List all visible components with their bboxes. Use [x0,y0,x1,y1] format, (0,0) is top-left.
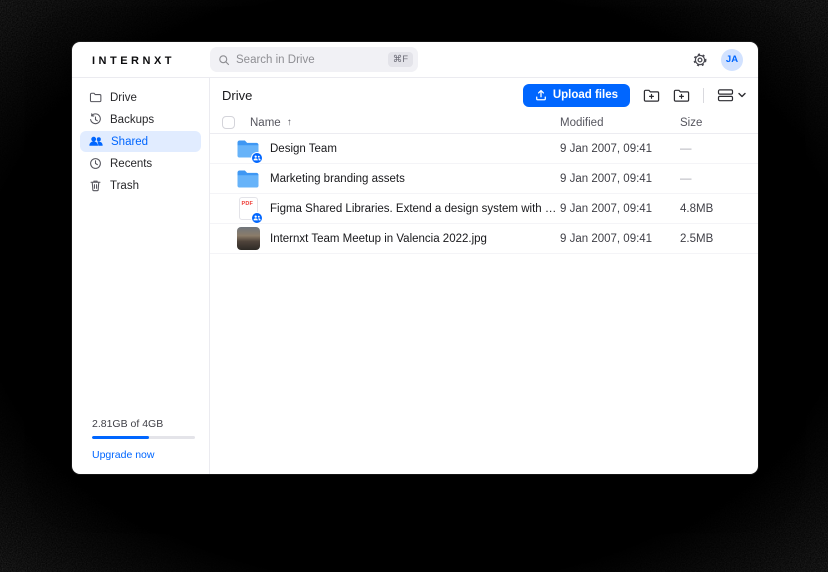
table-row[interactable]: Design Team 9 Jan 2007, 09:41 — [210,134,758,164]
search-icon [218,54,230,66]
create-folder-button[interactable] [673,88,690,103]
folder-blue-icon [236,169,260,189]
sidebar-item-drive[interactable]: Drive [80,87,201,108]
storage-usage-label: 2.81GB of 4GB [92,418,195,430]
sidebar-item-label: Backups [110,114,154,126]
file-modified: 9 Jan 2007, 09:41 [560,233,680,245]
image-thumbnail [237,227,260,250]
sidebar-item-label: Trash [110,180,139,192]
file-modified: 9 Jan 2007, 09:41 [560,203,680,215]
folder-icon [89,91,102,104]
search-shortcut-badge: ⌘F [388,52,413,67]
search-input[interactable]: Search in Drive ⌘F [210,47,418,72]
gear-icon [692,52,708,68]
table-row[interactable]: Internxt Team Meetup in Valencia 2022.jp… [210,224,758,254]
storage-widget: 2.81GB of 4GB Upgrade now [92,418,195,461]
sidebar-item-backups[interactable]: Backups [80,109,201,130]
shared-badge-icon [251,152,263,164]
settings-button[interactable] [692,52,708,68]
sidebar-item-shared[interactable]: Shared [80,131,201,152]
upload-icon [535,89,547,101]
column-header-name[interactable]: Name [250,117,281,129]
internxt-drive-window: INTERNXT Search in Drive ⌘F J [72,42,758,474]
view-mode-toggle[interactable] [717,88,746,102]
sort-ascending-icon[interactable]: ↑ [287,117,292,128]
file-modified: 9 Jan 2007, 09:41 [560,173,680,185]
select-all-checkbox[interactable] [222,116,235,129]
file-name: Marketing branding assets [270,173,405,185]
folder-plus-icon [673,88,690,103]
file-size: 4.8MB [680,203,746,215]
topbar: INTERNXT Search in Drive ⌘F J [72,42,758,78]
file-modified: 9 Jan 2007, 09:41 [560,143,680,155]
sidebar-item-label: Shared [111,136,148,148]
screenshot-stage: INTERNXT Search in Drive ⌘F J [0,0,828,572]
sidebar-item-recents[interactable]: Recents [80,153,201,174]
sidebar-item-trash[interactable]: Trash [80,175,201,196]
page-title: Drive [222,88,252,103]
clock-icon [89,157,102,170]
sidebar-item-label: Recents [110,158,152,170]
file-size: 2.5MB [680,233,746,245]
people-icon [89,135,103,148]
chevron-down-icon [738,92,746,98]
file-name: Internxt Team Meetup in Valencia 2022.jp… [270,233,487,245]
storage-progress-fill [92,436,149,439]
internxt-logo: INTERNXT [92,55,175,67]
backup-clock-icon [89,113,102,126]
sidebar: Drive Backups [72,78,210,474]
table-header: Name ↑ Modified Size [210,112,758,134]
toolbar-divider [703,88,704,103]
file-size: — [680,173,746,185]
upgrade-link[interactable]: Upgrade now [92,449,195,461]
shared-badge-icon [251,212,263,224]
file-name: Figma Shared Libraries. Extend a design … [270,203,560,215]
main-panel: Drive Upload files [210,78,758,474]
user-avatar[interactable]: JA [721,49,743,71]
upload-folder-button[interactable] [643,88,660,103]
sidebar-item-label: Drive [110,92,137,104]
file-size: — [680,143,746,155]
list-view-icon [717,88,734,102]
storage-progress-bar [92,436,195,439]
column-header-modified[interactable]: Modified [560,117,680,129]
table-row[interactable]: Marketing branding assets 9 Jan 2007, 09… [210,164,758,194]
trash-icon [89,179,102,192]
file-name: Design Team [270,143,337,155]
table-row[interactable]: PDF Figma Shared Libraries. Extend a des… [210,194,758,224]
folder-plus-icon [643,88,660,103]
main-header: Drive Upload files [210,78,758,112]
search-placeholder: Search in Drive [236,54,382,66]
upload-files-button[interactable]: Upload files [523,84,630,107]
column-header-size[interactable]: Size [680,117,746,129]
file-list: Design Team 9 Jan 2007, 09:41 — Marketin… [210,134,758,254]
